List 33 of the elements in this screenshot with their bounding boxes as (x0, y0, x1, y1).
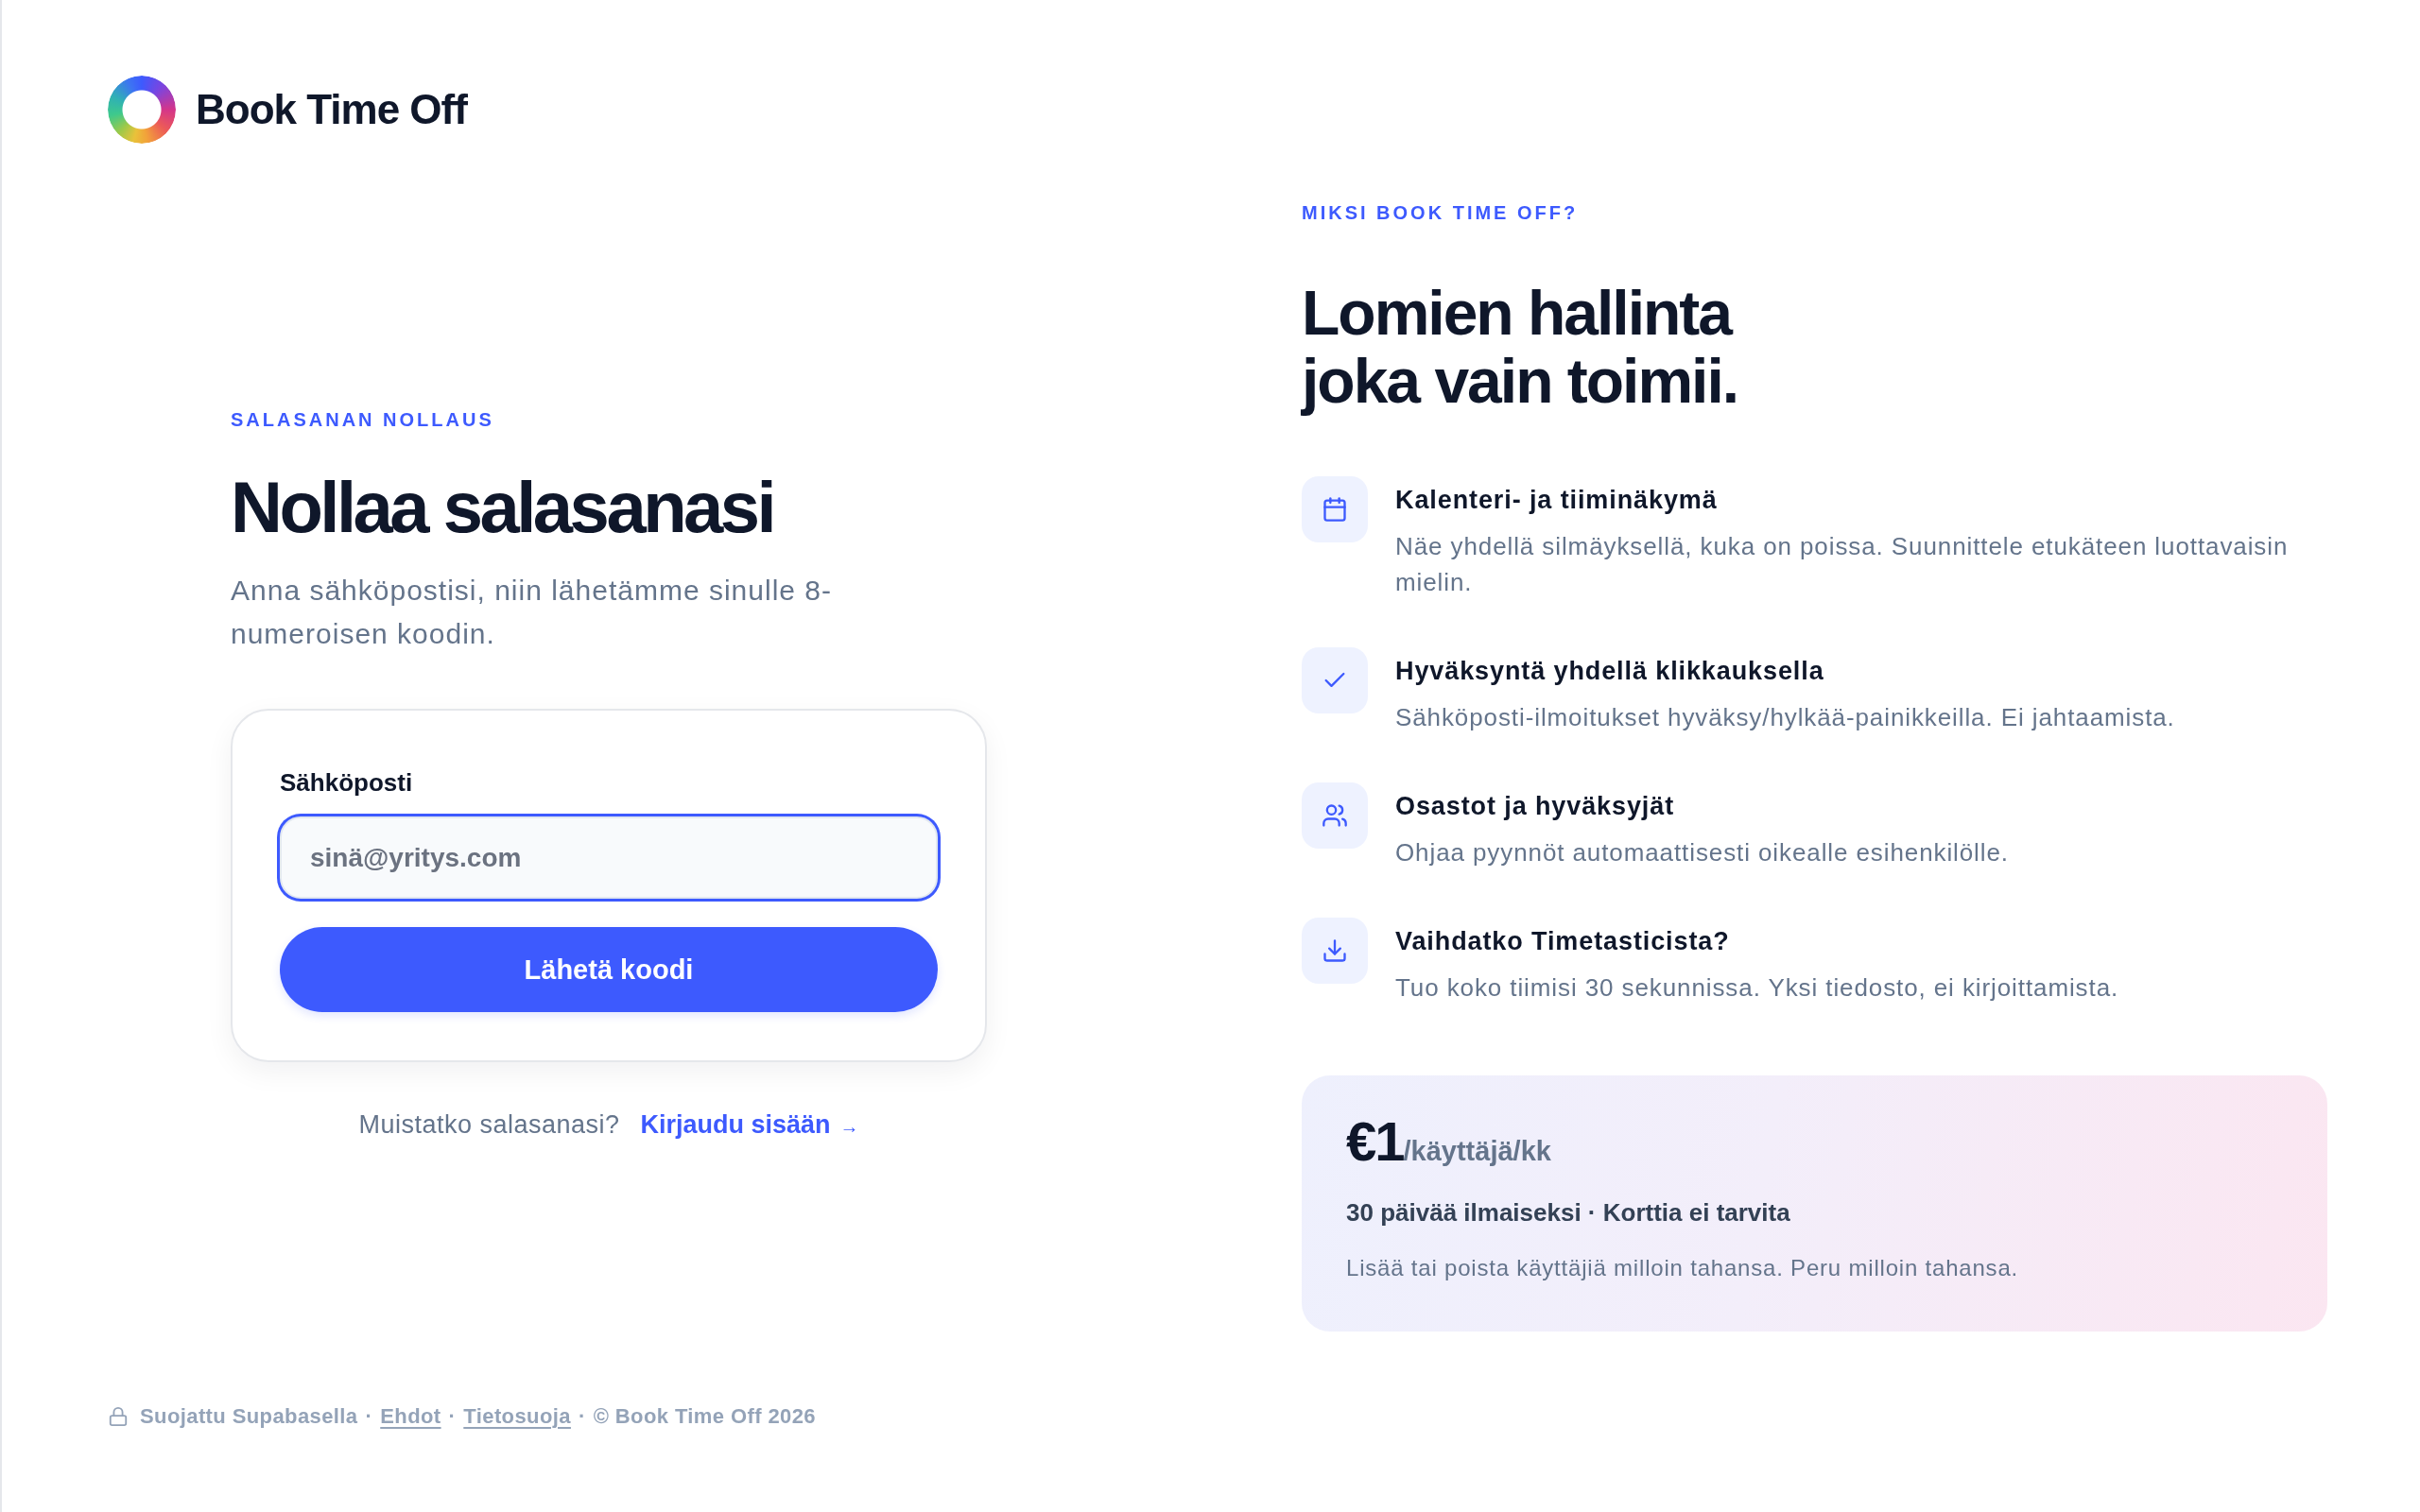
field-label: Sähköposti (280, 767, 413, 798)
send-code-button[interactable]: Lähetä koodi (280, 927, 938, 1012)
footer-text: © Book Time Off 2026 (593, 1403, 816, 1430)
download-icon (1302, 918, 1368, 984)
trial-text: 30 päivää ilmaiseksi · Korttia ei tarvita (1346, 1197, 1791, 1228)
calendar-icon (1302, 476, 1368, 542)
feature-description: Näe yhdellä silmäyksellä, kuka on poissa. Suunnittele etukäteen luottavaisin mielin. (1395, 531, 2290, 598)
separator-dot: · (365, 1403, 373, 1430)
separator-dot: · (448, 1403, 457, 1430)
signin-prompt-text: Muistatko salasanasi? (358, 1109, 620, 1141)
pricing-note: Lisää tai poista käyttäjiä milloin tahansa. Peru milloin tahansa. (1346, 1254, 2020, 1282)
signin-link[interactable]: Kirjaudu sisään → (640, 1108, 859, 1143)
feature-description: Sähköposti-ilmoitukset hyväksy/hylkää-painikkeilla. Ei jahtaamista. (1395, 702, 2176, 733)
feature-title: Hyväksyntä yhdellä klikkauksella (1395, 656, 1825, 687)
separator-dot: · (578, 1403, 586, 1430)
price: €1 (1346, 1113, 1404, 1170)
section-eyebrow: SALASANAN NOLLAUS (231, 408, 495, 431)
feature-description: Ohjaa pyynnöt automaattisesti oikealle esihenkilölle. (1395, 837, 2010, 868)
footer-text: Suojattu Supabasella (140, 1403, 358, 1430)
check-icon (1302, 647, 1368, 713)
page-subtitle: Anna sähköpostisi, niin lähetämme sinulle 8-numeroisen koodin. (231, 574, 833, 651)
feature-title: Vaihdatko Timetasticista? (1395, 926, 1731, 957)
feature-description: Tuo koko tiimisi 30 sekunnissa. Yksi tiedosto, ei kirjoittamista. (1395, 972, 2120, 1004)
brand-name: Book Time Off (196, 85, 467, 134)
feature-title: Osastot ja hyväksyjät (1395, 791, 1676, 822)
price-unit: /käyttäjä/kk (1403, 1136, 1551, 1168)
section-eyebrow: MIKSI BOOK TIME OFF? (1302, 201, 1580, 224)
feature-title: Kalenteri- ja tiiminäkymä (1395, 485, 1719, 516)
lock-icon (108, 1406, 129, 1427)
panel-heading: Lomien hallinta joka vain toimii. (1302, 279, 1739, 415)
email-input[interactable]: sinä@yritys.com (280, 816, 938, 899)
page-title: Nollaa salasanasi (231, 466, 775, 549)
users-icon (1302, 782, 1368, 849)
